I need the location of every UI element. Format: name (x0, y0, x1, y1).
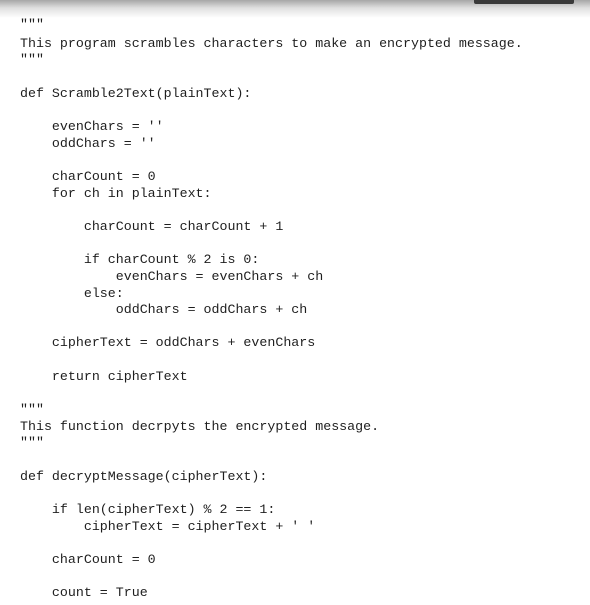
code-line-10: charCount = 0 (20, 169, 156, 184)
code-line-22: return cipherText (20, 369, 188, 384)
window-top-bar (474, 0, 574, 4)
code-line-7: evenChars = '' (20, 119, 164, 134)
code-line-35: count = True (20, 585, 148, 600)
code-line-28: def decryptMessage(cipherText): (20, 469, 268, 484)
code-line-20: cipherText = oddChars + evenChars (20, 335, 316, 350)
code-line-11: for ch in plainText: (20, 186, 212, 201)
code-line-30: if len(cipherText) % 2 == 1: (20, 502, 276, 517)
code-line-31: cipherText = cipherText + ' ' (20, 519, 316, 534)
code-line-33: charCount = 0 (20, 552, 156, 567)
code-line-18: oddChars = oddChars + ch (20, 302, 308, 317)
code-line-1: """ (20, 17, 44, 32)
code-line-17: else: (20, 286, 124, 301)
code-line-2: This program scrambles characters to mak… (20, 36, 523, 51)
code-viewer: """ This program scrambles characters to… (0, 0, 590, 605)
code-line-24: """ (20, 402, 44, 417)
code-line-8: oddChars = '' (20, 136, 156, 151)
code-line-3: """ (20, 52, 44, 67)
code-line-5: def Scramble2Text(plainText): (20, 86, 252, 101)
code-line-15: if charCount % 2 is 0: (20, 252, 260, 267)
code-line-26: """ (20, 435, 44, 450)
code-line-16: evenChars = evenChars + ch (20, 269, 324, 284)
code-line-25: This function decrpyts the encrypted mes… (20, 419, 380, 434)
code-line-13: charCount = charCount + 1 (20, 219, 284, 234)
